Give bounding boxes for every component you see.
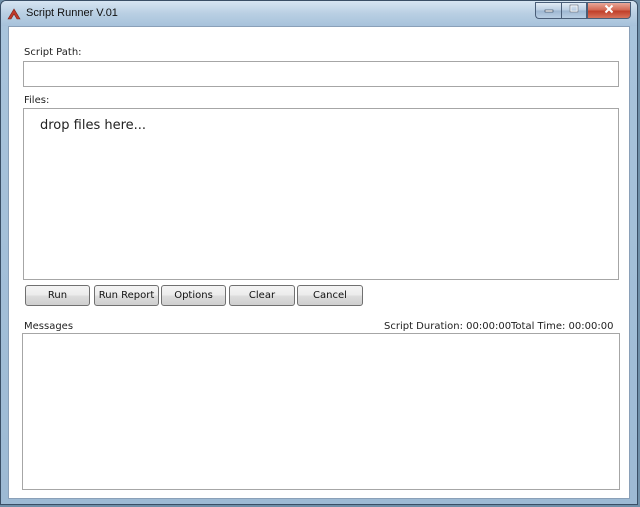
close-icon bbox=[604, 4, 614, 17]
options-button[interactable]: Options bbox=[161, 285, 226, 306]
run-report-button[interactable]: Run Report bbox=[94, 285, 159, 306]
minimize-icon bbox=[544, 4, 554, 17]
client-area: Script Path: Files: drop files here... R… bbox=[8, 26, 630, 499]
window-title: Script Runner V.01 bbox=[26, 7, 118, 19]
total-time-text: Total Time: 00:00:00 bbox=[511, 321, 614, 332]
script-duration-text: Script Duration: 00:00:00 bbox=[384, 321, 512, 332]
minimize-button[interactable] bbox=[535, 2, 561, 19]
app-logo-icon bbox=[7, 7, 21, 21]
files-label: Files: bbox=[24, 95, 50, 106]
clear-button[interactable]: Clear bbox=[229, 285, 295, 306]
app-window: Script Runner V.01 Script Path: Files: d… bbox=[0, 0, 638, 505]
messages-log[interactable] bbox=[22, 333, 620, 490]
cancel-button[interactable]: Cancel bbox=[297, 285, 363, 306]
script-path-input[interactable] bbox=[23, 61, 619, 87]
title-bar[interactable]: Script Runner V.01 bbox=[1, 1, 637, 26]
maximize-button[interactable] bbox=[561, 2, 587, 19]
script-path-label: Script Path: bbox=[24, 47, 82, 58]
caption-buttons bbox=[535, 2, 631, 19]
messages-label: Messages bbox=[24, 321, 74, 332]
run-button[interactable]: Run bbox=[25, 285, 90, 306]
close-button[interactable] bbox=[587, 2, 631, 19]
maximize-icon bbox=[569, 4, 579, 17]
drop-files-hint: drop files here... bbox=[40, 118, 147, 133]
files-drop-zone[interactable]: drop files here... bbox=[23, 108, 619, 280]
